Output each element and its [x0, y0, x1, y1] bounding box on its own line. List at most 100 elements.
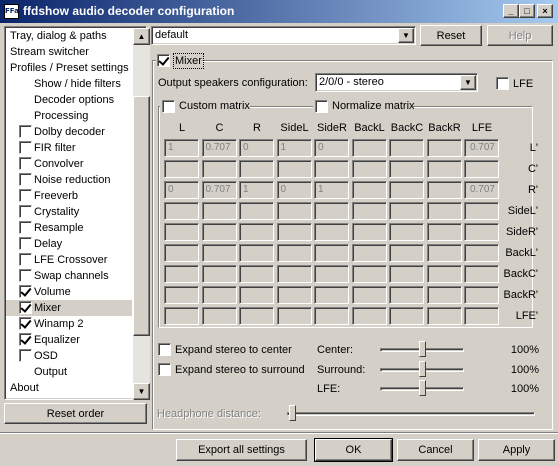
- matrix-cell[interactable]: 0.707: [201, 181, 237, 199]
- matrix-cell[interactable]: [276, 223, 312, 241]
- chevron-down-icon[interactable]: ▼: [398, 28, 414, 43]
- matrix-cell[interactable]: [426, 160, 462, 178]
- ok-button[interactable]: OK: [314, 438, 393, 462]
- tree-item-checkbox[interactable]: [19, 285, 32, 298]
- matrix-cell[interactable]: [464, 202, 499, 220]
- matrix-cell[interactable]: [426, 223, 462, 241]
- tree-item-checkbox[interactable]: [19, 333, 32, 346]
- matrix-cell[interactable]: [239, 160, 274, 178]
- matrix-cell[interactable]: [314, 286, 349, 304]
- matrix-cell[interactable]: [164, 244, 199, 262]
- headphone-distance-track[interactable]: [287, 412, 535, 416]
- tree-item[interactable]: Decoder options: [6, 92, 132, 108]
- matrix-cell[interactable]: [351, 139, 387, 157]
- tree-item-checkbox[interactable]: [19, 173, 32, 186]
- expand-surround-checkbox[interactable]: [158, 363, 171, 376]
- matrix-cell[interactable]: [201, 244, 237, 262]
- matrix-cell[interactable]: [239, 307, 274, 325]
- matrix-cell[interactable]: [164, 223, 199, 241]
- cancel-button[interactable]: Cancel: [397, 439, 474, 461]
- matrix-cell[interactable]: [426, 265, 462, 283]
- minimize-button[interactable]: _: [503, 4, 519, 18]
- tree-item[interactable]: Volume: [6, 284, 132, 300]
- matrix-cell[interactable]: [164, 307, 199, 325]
- matrix-cell[interactable]: [351, 223, 387, 241]
- tree-item[interactable]: Resample: [6, 220, 132, 236]
- matrix-cell[interactable]: [464, 223, 499, 241]
- tree-scrollbar[interactable]: ▲ ▼: [133, 28, 150, 400]
- matrix-cell[interactable]: 0: [314, 139, 349, 157]
- tree-item[interactable]: Dolby decoder: [6, 124, 132, 140]
- tree-item-checkbox[interactable]: [19, 349, 32, 362]
- matrix-cell[interactable]: [351, 244, 387, 262]
- matrix-cell[interactable]: [314, 307, 349, 325]
- matrix-cell[interactable]: 0.707: [464, 181, 499, 199]
- matrix-cell[interactable]: [351, 307, 387, 325]
- matrix-cell[interactable]: [276, 202, 312, 220]
- matrix-cell[interactable]: [464, 307, 499, 325]
- matrix-cell[interactable]: [239, 244, 274, 262]
- tree-item[interactable]: Noise reduction: [6, 172, 132, 188]
- tree-item-checkbox[interactable]: [19, 157, 32, 170]
- tree-item[interactable]: Stream switcher: [6, 44, 132, 60]
- tree-item[interactable]: Output: [6, 364, 132, 380]
- matrix-cell[interactable]: [314, 265, 349, 283]
- tree-item-checkbox[interactable]: [19, 237, 32, 250]
- matrix-cell[interactable]: [201, 160, 237, 178]
- matrix-cell[interactable]: 1: [314, 181, 349, 199]
- lfe-checkbox[interactable]: [496, 77, 509, 90]
- title-bar[interactable]: FFa ffdshow audio decoder configuration …: [0, 0, 558, 23]
- matrix-cell[interactable]: [239, 202, 274, 220]
- scroll-down-icon[interactable]: ▼: [133, 383, 150, 400]
- apply-button[interactable]: Apply: [478, 439, 555, 461]
- tree-item[interactable]: Delay: [6, 236, 132, 252]
- settings-tree[interactable]: Tray, dialog & paths Stream switcher Profi…: [4, 26, 150, 400]
- tree-item[interactable]: Freeverb: [6, 188, 132, 204]
- tree-item-checkbox[interactable]: [19, 269, 32, 282]
- matrix-cell[interactable]: [314, 244, 349, 262]
- matrix-cell[interactable]: [239, 286, 274, 304]
- matrix-cell[interactable]: [164, 202, 199, 220]
- slider-thumb[interactable]: [418, 361, 426, 377]
- output-speakers-select[interactable]: 2/0/0 - stereo ▼: [315, 73, 478, 92]
- matrix-cell[interactable]: [239, 265, 274, 283]
- scroll-thumb[interactable]: [133, 96, 150, 336]
- matrix-cell[interactable]: [389, 139, 424, 157]
- matrix-cell[interactable]: [201, 202, 237, 220]
- tree-item[interactable]: OSD: [6, 348, 132, 364]
- matrix-cell[interactable]: 0: [276, 181, 312, 199]
- matrix-cell[interactable]: [314, 223, 349, 241]
- headphone-distance-thumb[interactable]: [289, 405, 296, 421]
- matrix-cell[interactable]: [276, 265, 312, 283]
- matrix-cell[interactable]: [426, 307, 462, 325]
- export-all-settings-button[interactable]: Export all settings: [176, 439, 307, 461]
- preset-reset-button[interactable]: Reset: [420, 25, 482, 46]
- matrix-cell[interactable]: [164, 160, 199, 178]
- matrix-cell[interactable]: [164, 265, 199, 283]
- tree-item[interactable]: Mixer: [6, 300, 132, 316]
- tree-item-checkbox[interactable]: [19, 125, 32, 138]
- matrix-cell[interactable]: [464, 160, 499, 178]
- tree-item[interactable]: Crystality: [6, 204, 132, 220]
- slider-thumb[interactable]: [418, 380, 426, 396]
- matrix-cell[interactable]: [389, 307, 424, 325]
- custom-matrix-checkbox[interactable]: [162, 100, 175, 113]
- reset-order-button[interactable]: Reset order: [4, 403, 147, 424]
- matrix-cell[interactable]: [351, 160, 387, 178]
- tree-item[interactable]: Show / hide filters: [6, 76, 132, 92]
- matrix-cell[interactable]: [201, 223, 237, 241]
- matrix-cell[interactable]: [201, 265, 237, 283]
- matrix-cell[interactable]: [201, 307, 237, 325]
- tree-item[interactable]: Convolver: [6, 156, 132, 172]
- normalize-matrix-checkbox[interactable]: [315, 100, 328, 113]
- matrix-cell[interactable]: [464, 265, 499, 283]
- tree-item-checkbox[interactable]: [19, 141, 32, 154]
- matrix-cell[interactable]: 0.707: [201, 139, 237, 157]
- matrix-cell[interactable]: 1: [276, 139, 312, 157]
- tree-item[interactable]: FIR filter: [6, 140, 132, 156]
- tree-item[interactable]: About: [6, 380, 132, 396]
- matrix-cell[interactable]: [351, 286, 387, 304]
- preset-select[interactable]: default ▼: [151, 26, 416, 45]
- matrix-cell[interactable]: 0.707: [464, 139, 499, 157]
- tree-item-checkbox[interactable]: [19, 205, 32, 218]
